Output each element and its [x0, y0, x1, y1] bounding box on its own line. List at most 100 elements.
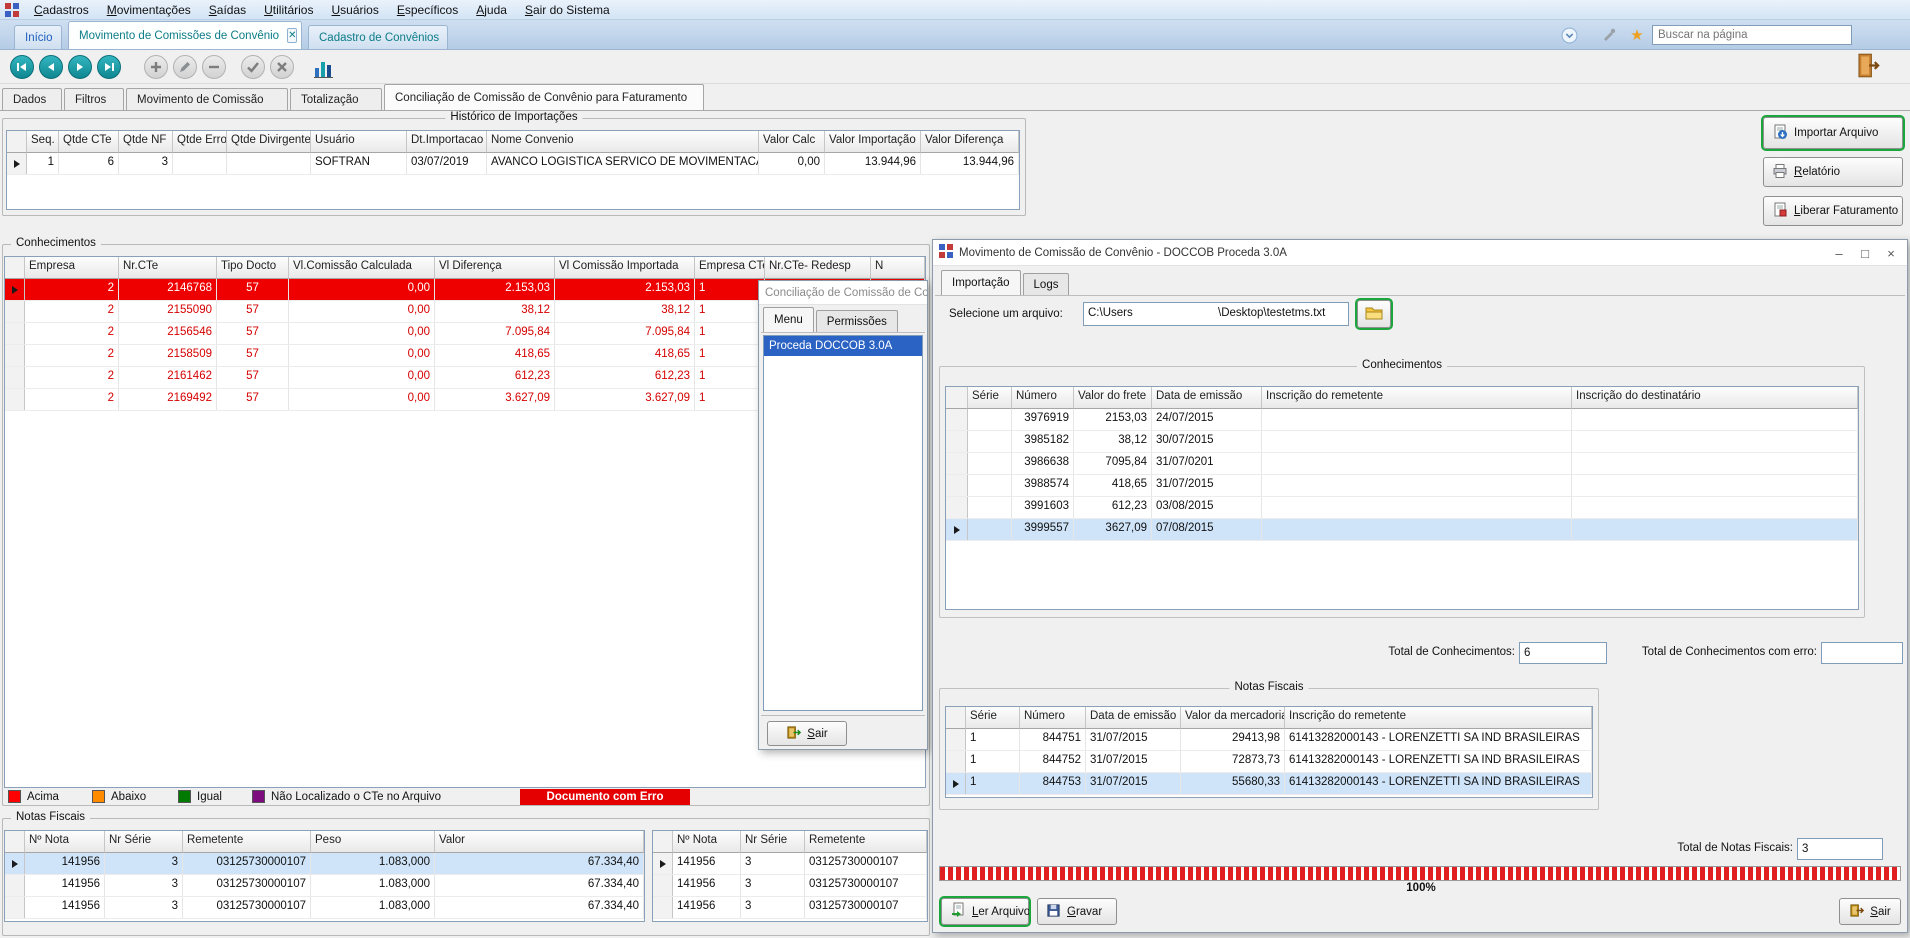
menu-movimentacoes[interactable]: Movimentações: [98, 1, 200, 19]
cell-numero: 3999557: [1012, 519, 1074, 540]
add-record-button[interactable]: [144, 55, 168, 79]
menu-list[interactable]: Proceda DOCCOB 3.0A: [763, 335, 923, 711]
cell-numero: 3988574: [1012, 475, 1074, 496]
minimize-button[interactable]: –: [1827, 244, 1851, 262]
cell-empresa-cte: 1: [695, 323, 765, 344]
menu-ajuda[interactable]: Ajuda: [467, 1, 516, 19]
sair-button[interactable]: Sair: [1839, 898, 1901, 925]
grid-header-row: Série Número Valor do frete Data de emis…: [946, 387, 1858, 409]
cancel-button[interactable]: [270, 55, 294, 79]
cell-tipo-docto: 57: [217, 345, 289, 366]
tools-icon[interactable]: [1600, 26, 1618, 44]
menu-especificos[interactable]: Específicos: [388, 1, 467, 19]
browse-file-button[interactable]: [1357, 300, 1391, 328]
grid-header-row: Seq. Qtde CTe Qtde NF Qtde Erro Qtde Div…: [7, 131, 1019, 153]
menu-sair-do-sistema[interactable]: Sair do Sistema: [516, 1, 619, 19]
tab-movimento-de-comissao[interactable]: Movimento de Comissão: [126, 88, 288, 110]
dialog-conhecimentos-title: Conhecimentos: [1357, 359, 1447, 371]
legend-color-swatch: [178, 790, 191, 803]
table-row[interactable]: 141956 3 03125730000107 1.083,000 67.334…: [5, 897, 644, 919]
tab-totalizacao[interactable]: Totalização: [290, 88, 382, 110]
edit-record-button[interactable]: [173, 55, 197, 79]
row-gutter: [7, 153, 27, 174]
application-window: Cadastros Movimentações Saídas Utilitári…: [0, 0, 1910, 938]
tab-movimento-comissoes[interactable]: Movimento de Comissões de Convênio ✕: [68, 21, 302, 49]
tab-conciliacao[interactable]: Conciliação de Comissão de Convênio para…: [384, 84, 704, 110]
favorite-star-icon[interactable]: ★: [1628, 26, 1646, 44]
table-row[interactable]: 141956 3 03125730000107: [653, 853, 927, 875]
table-row[interactable]: 1 844751 31/07/2015 29413,98 61413282000…: [946, 729, 1592, 751]
menu-saidas[interactable]: Saídas: [200, 1, 255, 19]
exit-system-icon[interactable]: [1854, 52, 1884, 80]
total-notas-input[interactable]: 3: [1797, 838, 1883, 860]
col-serie: Série: [966, 707, 1020, 729]
gutter-header: [5, 831, 25, 853]
nav-last-button[interactable]: [97, 55, 121, 79]
cell-inscricao-destinatario: [1572, 475, 1858, 496]
table-row[interactable]: 141956 3 03125730000107 1.083,000 67.334…: [5, 875, 644, 897]
gutter-header: [946, 707, 966, 729]
sair-button[interactable]: Sair: [767, 721, 847, 746]
nav-next-button[interactable]: [68, 55, 92, 79]
liberar-faturamento-button[interactable]: Liberar Faturamento: [1763, 196, 1903, 226]
table-row[interactable]: 1 6 3 SOFTRAN 03/07/2019 AVANCO LOGISTIC…: [7, 153, 1019, 175]
tab-permissoes[interactable]: Permissões: [816, 310, 898, 332]
cell-remetente: 03125730000107: [183, 875, 311, 896]
close-tab-icon[interactable]: ✕: [287, 28, 297, 43]
maximize-button[interactable]: □: [1853, 244, 1877, 262]
tab-filtros[interactable]: Filtros: [64, 88, 124, 110]
nav-first-button[interactable]: [10, 55, 34, 79]
importar-arquivo-button[interactable]: Importar Arquivo: [1763, 117, 1903, 149]
file-path-input[interactable]: C:\Users \Desktop\testetms.txt: [1083, 302, 1349, 326]
table-row[interactable]: 141956 3 03125730000107: [653, 897, 927, 919]
relatorio-button[interactable]: Relatório: [1763, 157, 1903, 187]
table-row[interactable]: 3986638 7095,84 31/07/0201: [946, 453, 1858, 475]
chart-button[interactable]: [312, 56, 336, 80]
historico-grid: Seq. Qtde CTe Qtde NF Qtde Erro Qtde Div…: [6, 130, 1020, 210]
dialog-notas-grid: Série Número Data de emissão Valor da me…: [945, 706, 1593, 798]
grid-header-row: Nº Nota Nr Série Remetente Peso Valor: [5, 831, 644, 853]
tab-importacao[interactable]: Importação: [941, 270, 1021, 295]
cell-vl-comissao-importada: 3.627,09: [555, 389, 695, 410]
tab-inicio[interactable]: Início: [14, 25, 62, 49]
cell-data-emissao: 31/07/2015: [1086, 751, 1181, 772]
total-conhecimentos-erro-input[interactable]: [1821, 642, 1903, 664]
table-row[interactable]: 3999557 3627,09 07/08/2015: [946, 519, 1858, 541]
historico-title: Histórico de Importações: [445, 111, 582, 123]
row-gutter: [653, 897, 673, 918]
tab-menu[interactable]: Menu: [763, 307, 814, 332]
tab-logs[interactable]: Logs: [1023, 273, 1070, 295]
total-conhecimentos-input[interactable]: 6: [1519, 642, 1607, 664]
notas-fiscais-title: Notas Fiscais: [11, 811, 90, 823]
menu-cadastros[interactable]: Cadastros: [25, 1, 98, 19]
close-button[interactable]: ×: [1879, 244, 1903, 262]
dialog-title-bar: Conciliação de Comissão de Co: [759, 281, 927, 305]
col-numero: Número: [1020, 707, 1086, 729]
cell-numero: 844751: [1020, 729, 1086, 750]
ler-arquivo-button[interactable]: Ler Arquivo: [941, 898, 1029, 925]
table-row[interactable]: 3976919 2153,03 24/07/2015: [946, 409, 1858, 431]
confirm-button[interactable]: [241, 55, 265, 79]
table-row[interactable]: 1 844752 31/07/2015 72873,73 61413282000…: [946, 751, 1592, 773]
search-input[interactable]: [1652, 25, 1852, 45]
legend-color-swatch: [8, 790, 21, 803]
delete-record-button[interactable]: [202, 55, 226, 79]
table-row[interactable]: 3988574 418,65 31/07/2015: [946, 475, 1858, 497]
gravar-button[interactable]: Gravar: [1037, 898, 1117, 925]
menu-utilitarios[interactable]: Utilitários: [255, 1, 322, 19]
table-row[interactable]: 1 844753 31/07/2015 55680,33 61413282000…: [946, 773, 1592, 795]
chevron-down-icon[interactable]: [1560, 26, 1578, 44]
table-row[interactable]: 141956 3 03125730000107: [653, 875, 927, 897]
table-row[interactable]: 141956 3 03125730000107 1.083,000 67.334…: [5, 853, 644, 875]
table-row[interactable]: 3991603 612,23 03/08/2015: [946, 497, 1858, 519]
tab-dados[interactable]: Dados: [2, 88, 62, 110]
nav-prev-button[interactable]: [39, 55, 63, 79]
menu-usuarios[interactable]: Usuários: [322, 1, 387, 19]
tab-cadastro-convenios[interactable]: Cadastro de Convênios: [308, 25, 448, 49]
table-row[interactable]: 3985182 38,12 30/07/2015: [946, 431, 1858, 453]
cell-qtde-cte: 6: [59, 153, 119, 174]
cell-nr-serie: 3: [105, 853, 183, 874]
list-item-proceda-doccob[interactable]: Proceda DOCCOB 3.0A: [764, 336, 922, 356]
dialog-title: Conciliação de Comissão de Co: [765, 287, 927, 299]
col-data-emissao: Data de emissão: [1086, 707, 1181, 729]
